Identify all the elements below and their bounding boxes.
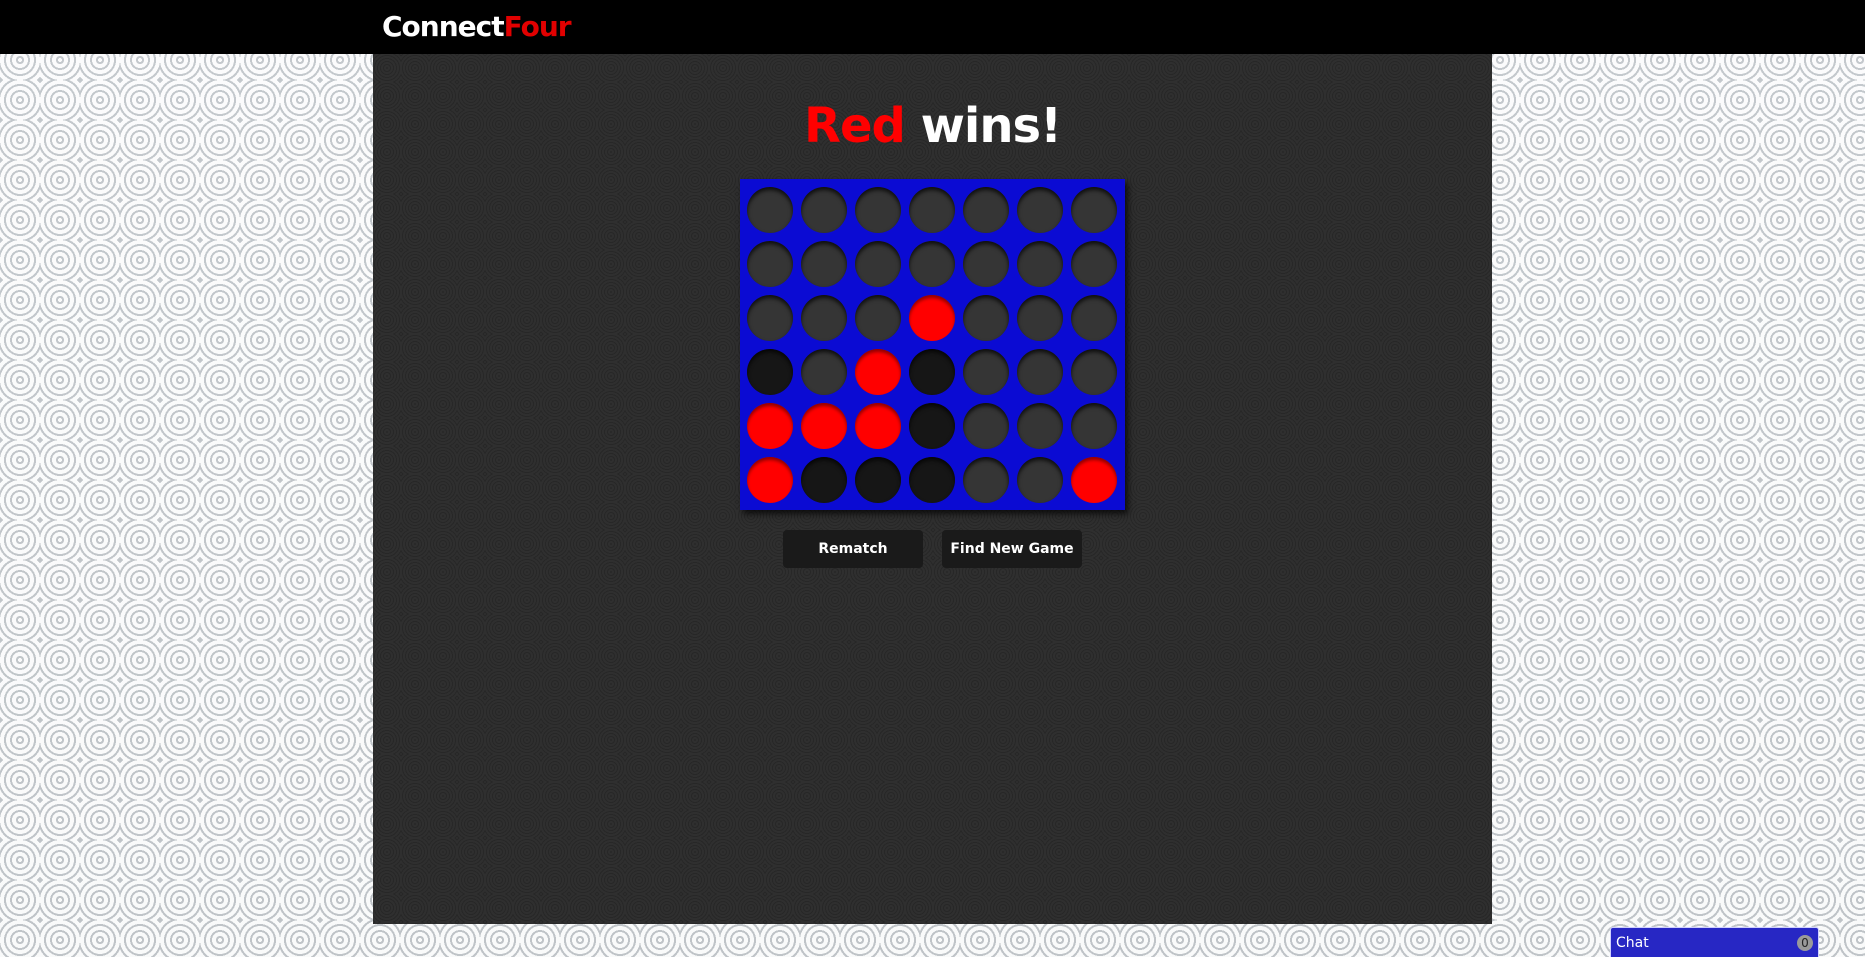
board-slot-empty[interactable] — [855, 241, 901, 287]
board-disc-black[interactable] — [909, 403, 955, 449]
find-new-game-button[interactable]: Find New Game — [942, 530, 1082, 568]
board-disc-black[interactable] — [801, 457, 847, 503]
game-panel: Red wins! Rematch Find New Game — [373, 54, 1492, 924]
board-slot-empty[interactable] — [801, 349, 847, 395]
board-slot-empty[interactable] — [1017, 457, 1063, 503]
board-slot-empty[interactable] — [963, 187, 1009, 233]
board-slot-empty[interactable] — [801, 295, 847, 341]
board-disc-red[interactable] — [855, 349, 901, 395]
board-disc-red[interactable] — [801, 403, 847, 449]
winner-name: Red — [803, 98, 906, 154]
board-disc-black[interactable] — [909, 457, 955, 503]
logo-text-connect: Connect — [382, 10, 505, 43]
board-slot-empty[interactable] — [801, 241, 847, 287]
board-slot-empty[interactable] — [855, 295, 901, 341]
chat-label: Chat — [1616, 935, 1649, 951]
board-slot-empty[interactable] — [963, 241, 1009, 287]
board-slot-empty[interactable] — [855, 187, 901, 233]
game-result-title: Red wins! — [373, 94, 1492, 158]
board-slot-empty[interactable] — [1017, 349, 1063, 395]
board-disc-red[interactable] — [909, 295, 955, 341]
board-slot-empty[interactable] — [747, 241, 793, 287]
board-slot-empty[interactable] — [1017, 241, 1063, 287]
board-disc-black[interactable] — [747, 349, 793, 395]
board-disc-red[interactable] — [747, 457, 793, 503]
logo-text-four: Four — [503, 10, 572, 43]
board-slot-empty[interactable] — [1017, 295, 1063, 341]
winner-suffix: wins! — [904, 98, 1062, 154]
board-slot-empty[interactable] — [801, 187, 847, 233]
rematch-button[interactable]: Rematch — [783, 530, 923, 568]
chat-tab[interactable]: Chat 0 — [1610, 927, 1819, 957]
board-disc-red[interactable] — [1071, 457, 1117, 503]
board-disc-black[interactable] — [909, 349, 955, 395]
board-slot-empty[interactable] — [963, 457, 1009, 503]
board-slot-empty[interactable] — [1071, 403, 1117, 449]
board-slot-empty[interactable] — [747, 295, 793, 341]
board-disc-black[interactable] — [855, 457, 901, 503]
board-slot-empty[interactable] — [747, 187, 793, 233]
board-slot-empty[interactable] — [1071, 187, 1117, 233]
game-board[interactable] — [740, 179, 1125, 510]
board-slot-empty[interactable] — [1071, 241, 1117, 287]
board-slot-empty[interactable] — [1071, 349, 1117, 395]
board-disc-red[interactable] — [855, 403, 901, 449]
board-disc-red[interactable] — [747, 403, 793, 449]
board-slot-empty[interactable] — [1071, 295, 1117, 341]
board-slot-empty[interactable] — [909, 187, 955, 233]
board-slot-empty[interactable] — [1017, 187, 1063, 233]
board-slot-empty[interactable] — [963, 295, 1009, 341]
site-logo[interactable]: ConnectFour — [382, 9, 572, 45]
board-slot-empty[interactable] — [963, 349, 1009, 395]
board-slot-empty[interactable] — [1017, 403, 1063, 449]
top-navigation-bar: ConnectFour — [0, 0, 1865, 54]
board-slot-empty[interactable] — [963, 403, 1009, 449]
chat-unread-badge: 0 — [1797, 935, 1813, 951]
board-slot-empty[interactable] — [909, 241, 955, 287]
